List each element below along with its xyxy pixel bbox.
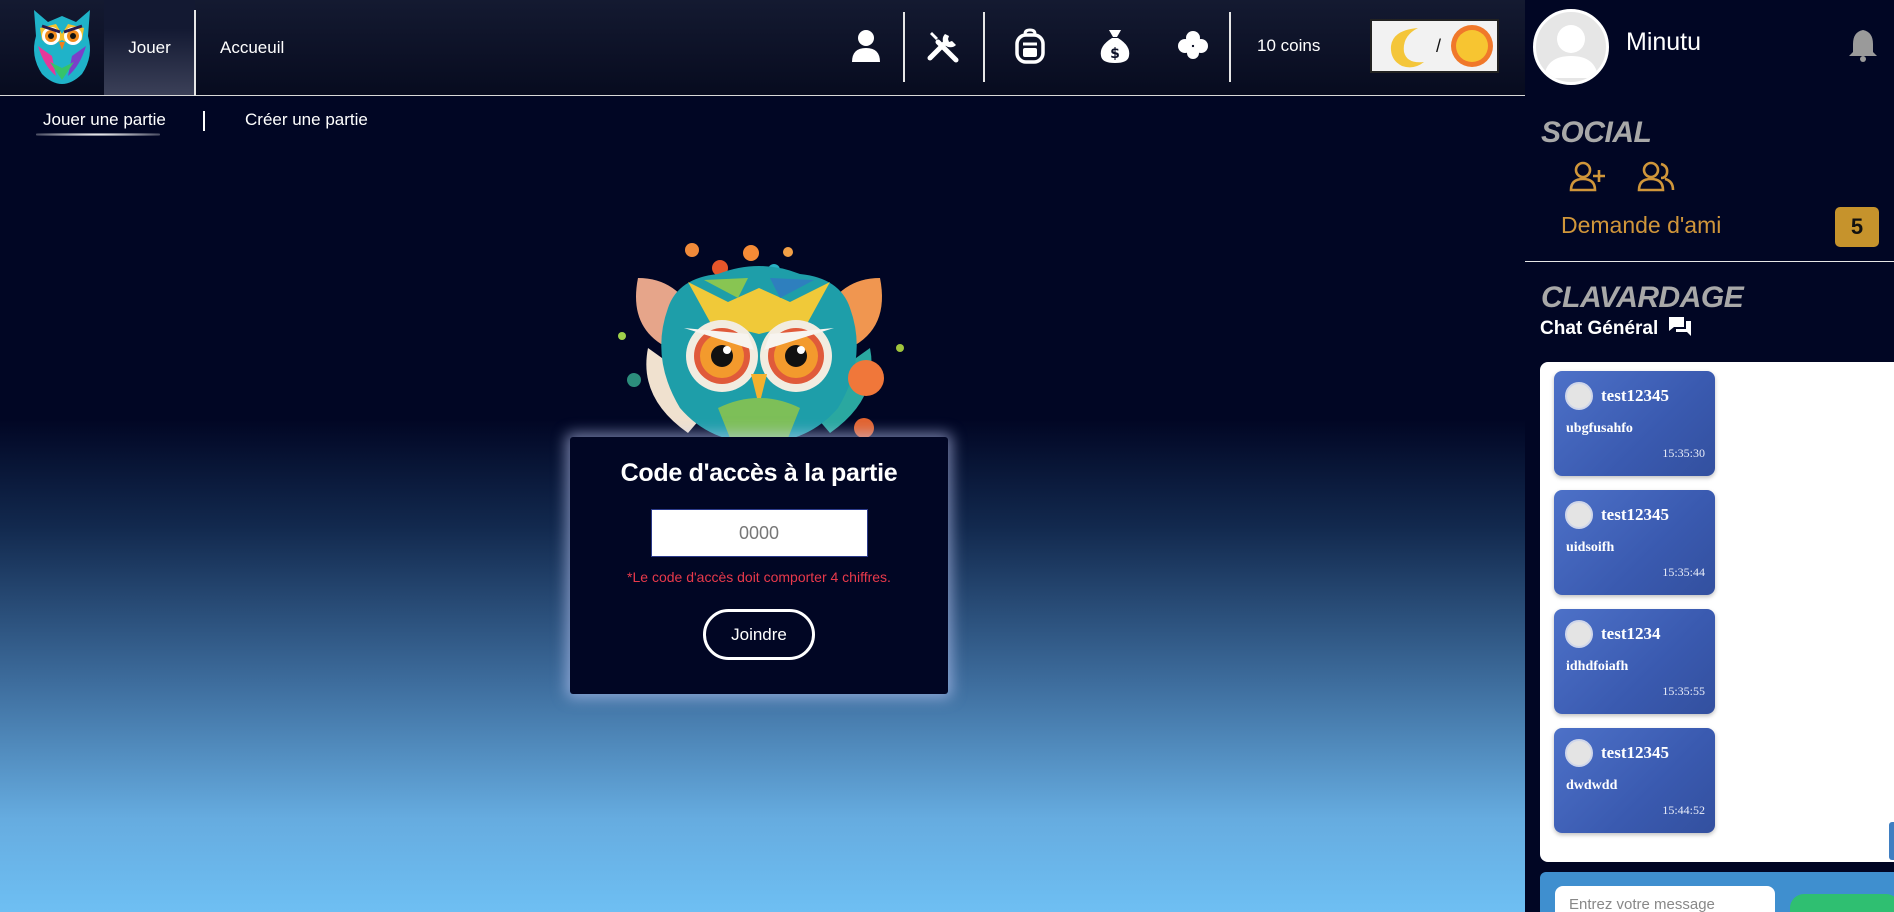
avatar[interactable] (1533, 9, 1609, 85)
chat-composer (1540, 872, 1894, 912)
sidebar-divider (1525, 261, 1894, 262)
profile-button[interactable] (841, 18, 891, 74)
owl-logo-icon[interactable] (26, 6, 98, 86)
message-avatar (1565, 739, 1593, 767)
message-username: test12345 (1601, 505, 1669, 524)
money-bag-icon: $ (1100, 30, 1130, 63)
sun-icon (1450, 25, 1493, 67)
nav-tab-jouer-label: Jouer (128, 37, 171, 57)
chat-message: test12345 dwdwdd 15:44:52 (1554, 728, 1715, 833)
active-subtab-indicator (36, 133, 160, 136)
chat-message-input[interactable] (1555, 886, 1775, 912)
message-avatar (1565, 620, 1593, 648)
user-icon (852, 30, 880, 62)
message-username: test1234 (1601, 624, 1661, 643)
top-navbar: Jouer Accueuil $ 10 coins / (0, 0, 1525, 96)
icon-separator (983, 12, 985, 82)
friend-requests-link[interactable]: Demande d'ami (1561, 212, 1721, 239)
subtab-separator (203, 111, 205, 131)
nav-separator (194, 10, 196, 96)
settings-button[interactable] (919, 18, 969, 74)
icon-separator (903, 12, 905, 82)
theme-separator: / (1435, 35, 1441, 56)
message-username: test12345 (1601, 743, 1669, 762)
message-username: test12345 (1601, 386, 1669, 405)
message-text: uidsoifh (1566, 540, 1615, 555)
scroll-handle[interactable] (1889, 822, 1894, 860)
send-message-button[interactable] (1790, 894, 1894, 912)
tools-icon (927, 32, 959, 63)
access-code-input[interactable] (650, 509, 868, 557)
nav-tab-jouer[interactable]: Jouer (104, 0, 195, 95)
chat-bubbles-icon[interactable] (1668, 316, 1692, 338)
message-text: dwdwdd (1566, 778, 1618, 793)
default-avatar-icon (1544, 25, 1598, 78)
nav-tab-accueuil-label: Accueuil (220, 37, 285, 57)
message-text: idhdfoiafh (1566, 659, 1629, 674)
notification-bell-icon[interactable] (1847, 28, 1879, 62)
friends-list-icon[interactable] (1637, 160, 1675, 192)
chat-message: test1234 idhdfoiafh 15:35:55 (1554, 609, 1715, 714)
message-text: ubgfusahfo (1566, 421, 1633, 436)
chat-messages-panel[interactable]: test12345 ubgfusahfo 15:35:30 test12345 … (1540, 362, 1894, 862)
join-button[interactable]: Joindre (703, 609, 815, 660)
access-code-error: *Le code d'accès doit comporter 4 chiffr… (627, 569, 891, 585)
theme-toggle[interactable]: / (1370, 19, 1499, 73)
message-time: 15:35:30 (1662, 446, 1705, 460)
coins-balance: 10 coins (1257, 36, 1321, 55)
luck-button[interactable] (1168, 18, 1218, 74)
clover-icon (1178, 31, 1208, 59)
friend-requests-count-badge: 5 (1835, 207, 1879, 247)
social-section-title: SOCIAL (1541, 116, 1652, 149)
message-avatar (1565, 501, 1593, 529)
svg-text:$: $ (1110, 46, 1120, 62)
backpack-icon (1015, 28, 1045, 64)
message-time: 15:35:55 (1662, 684, 1705, 698)
message-time: 15:35:44 (1662, 565, 1705, 579)
chat-section-title: CLAVARDAGE (1541, 281, 1744, 314)
shop-button[interactable]: $ (1090, 18, 1140, 74)
message-avatar (1565, 382, 1593, 410)
inventory-button[interactable] (1005, 18, 1055, 74)
moon-icon (1390, 28, 1424, 68)
chat-message: test12345 uidsoifh 15:35:44 (1554, 490, 1715, 595)
icon-separator (1229, 12, 1231, 82)
subtab-creer-une-partie[interactable]: Créer une partie (245, 110, 368, 130)
nav-tab-accueuil[interactable]: Accueuil (220, 0, 284, 95)
subtab-jouer-une-partie[interactable]: Jouer une partie (43, 110, 166, 130)
join-card-title: Code d'accès à la partie (620, 459, 898, 487)
social-sidebar: Minutu SOCIAL Demande d'ami 5 CLAVARDAGE… (1525, 0, 1894, 912)
owl-mascot-icon (618, 243, 904, 443)
message-time: 15:44:52 (1662, 803, 1705, 817)
add-friend-icon[interactable] (1569, 160, 1607, 192)
username: Minutu (1626, 28, 1702, 56)
chat-channel-title[interactable]: Chat Général (1540, 318, 1658, 340)
join-game-card: Code d'accès à la partie *Le code d'accè… (570, 437, 948, 694)
chat-message: test12345 ubgfusahfo 15:35:30 (1554, 371, 1715, 476)
